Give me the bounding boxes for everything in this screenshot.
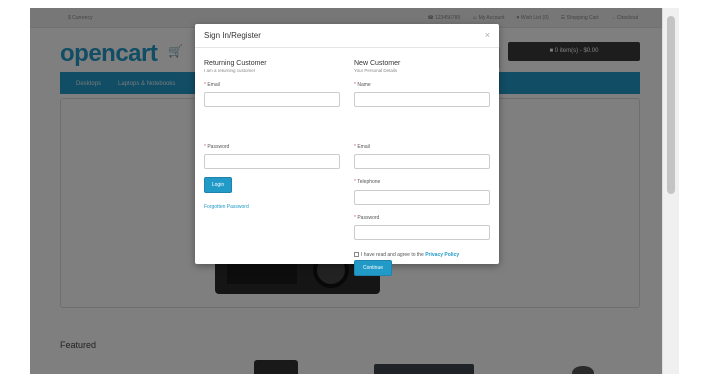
login-email-label-text: Email bbox=[207, 82, 220, 88]
login-subheading: I am a returning customer bbox=[204, 68, 256, 73]
login-register-modal: Sign In/Register × Returning Customer I … bbox=[195, 24, 499, 276]
required-marker: * bbox=[354, 144, 356, 150]
required-marker: * bbox=[354, 215, 356, 221]
required-marker: * bbox=[354, 179, 356, 185]
register-heading: New Customer bbox=[354, 60, 401, 67]
close-icon[interactable]: × bbox=[485, 30, 490, 40]
privacy-agree-row: I have read and agree to the Privacy Pol… bbox=[354, 252, 459, 258]
register-email-label-text: Email bbox=[357, 144, 370, 150]
login-password-field[interactable] bbox=[204, 154, 340, 169]
register-telephone-field[interactable] bbox=[354, 190, 490, 205]
register-telephone-label: * Telephone bbox=[354, 179, 380, 185]
privacy-policy-link[interactable]: Privacy Policy bbox=[425, 252, 459, 258]
register-password-label-text: Password bbox=[357, 215, 380, 221]
continue-button[interactable]: Continue bbox=[354, 260, 392, 276]
required-marker: * bbox=[204, 144, 206, 150]
scrollbar[interactable] bbox=[662, 8, 679, 374]
login-email-field[interactable] bbox=[204, 92, 340, 107]
agree-checkbox[interactable] bbox=[354, 252, 359, 258]
scrollbar-thumb[interactable] bbox=[667, 16, 675, 194]
login-password-label-text: Password bbox=[207, 144, 230, 150]
register-column: New Customer Your Personal Details * Nam… bbox=[354, 60, 490, 276]
register-password-label: * Password bbox=[354, 215, 379, 221]
login-button[interactable]: Login bbox=[204, 177, 232, 193]
agree-text: I have read and agree to the bbox=[361, 252, 424, 258]
register-telephone-label-text: Telephone bbox=[357, 179, 381, 185]
register-password-field[interactable] bbox=[354, 225, 490, 240]
forgotten-password-link[interactable]: Forgotten Password bbox=[204, 204, 249, 210]
register-subheading: Your Personal Details bbox=[354, 68, 398, 73]
register-name-label: * Name bbox=[354, 82, 371, 88]
register-name-label-text: Name bbox=[357, 82, 371, 88]
modal-title: Sign In/Register bbox=[204, 31, 261, 40]
login-heading: Returning Customer bbox=[204, 60, 267, 67]
register-email-field[interactable] bbox=[354, 154, 490, 169]
modal-header: Sign In/Register × bbox=[195, 24, 499, 48]
register-email-label: * Email bbox=[354, 144, 370, 150]
required-marker: * bbox=[354, 82, 356, 88]
login-column: Returning Customer I am a returning cust… bbox=[204, 60, 340, 210]
login-email-label: * Email bbox=[204, 82, 220, 88]
required-marker: * bbox=[204, 82, 206, 88]
register-name-field[interactable] bbox=[354, 92, 490, 107]
browser-viewport: $ Currency ☎ 123456789 ☺ My Account ♥ Wi… bbox=[0, 0, 710, 380]
login-password-label: * Password bbox=[204, 144, 229, 150]
